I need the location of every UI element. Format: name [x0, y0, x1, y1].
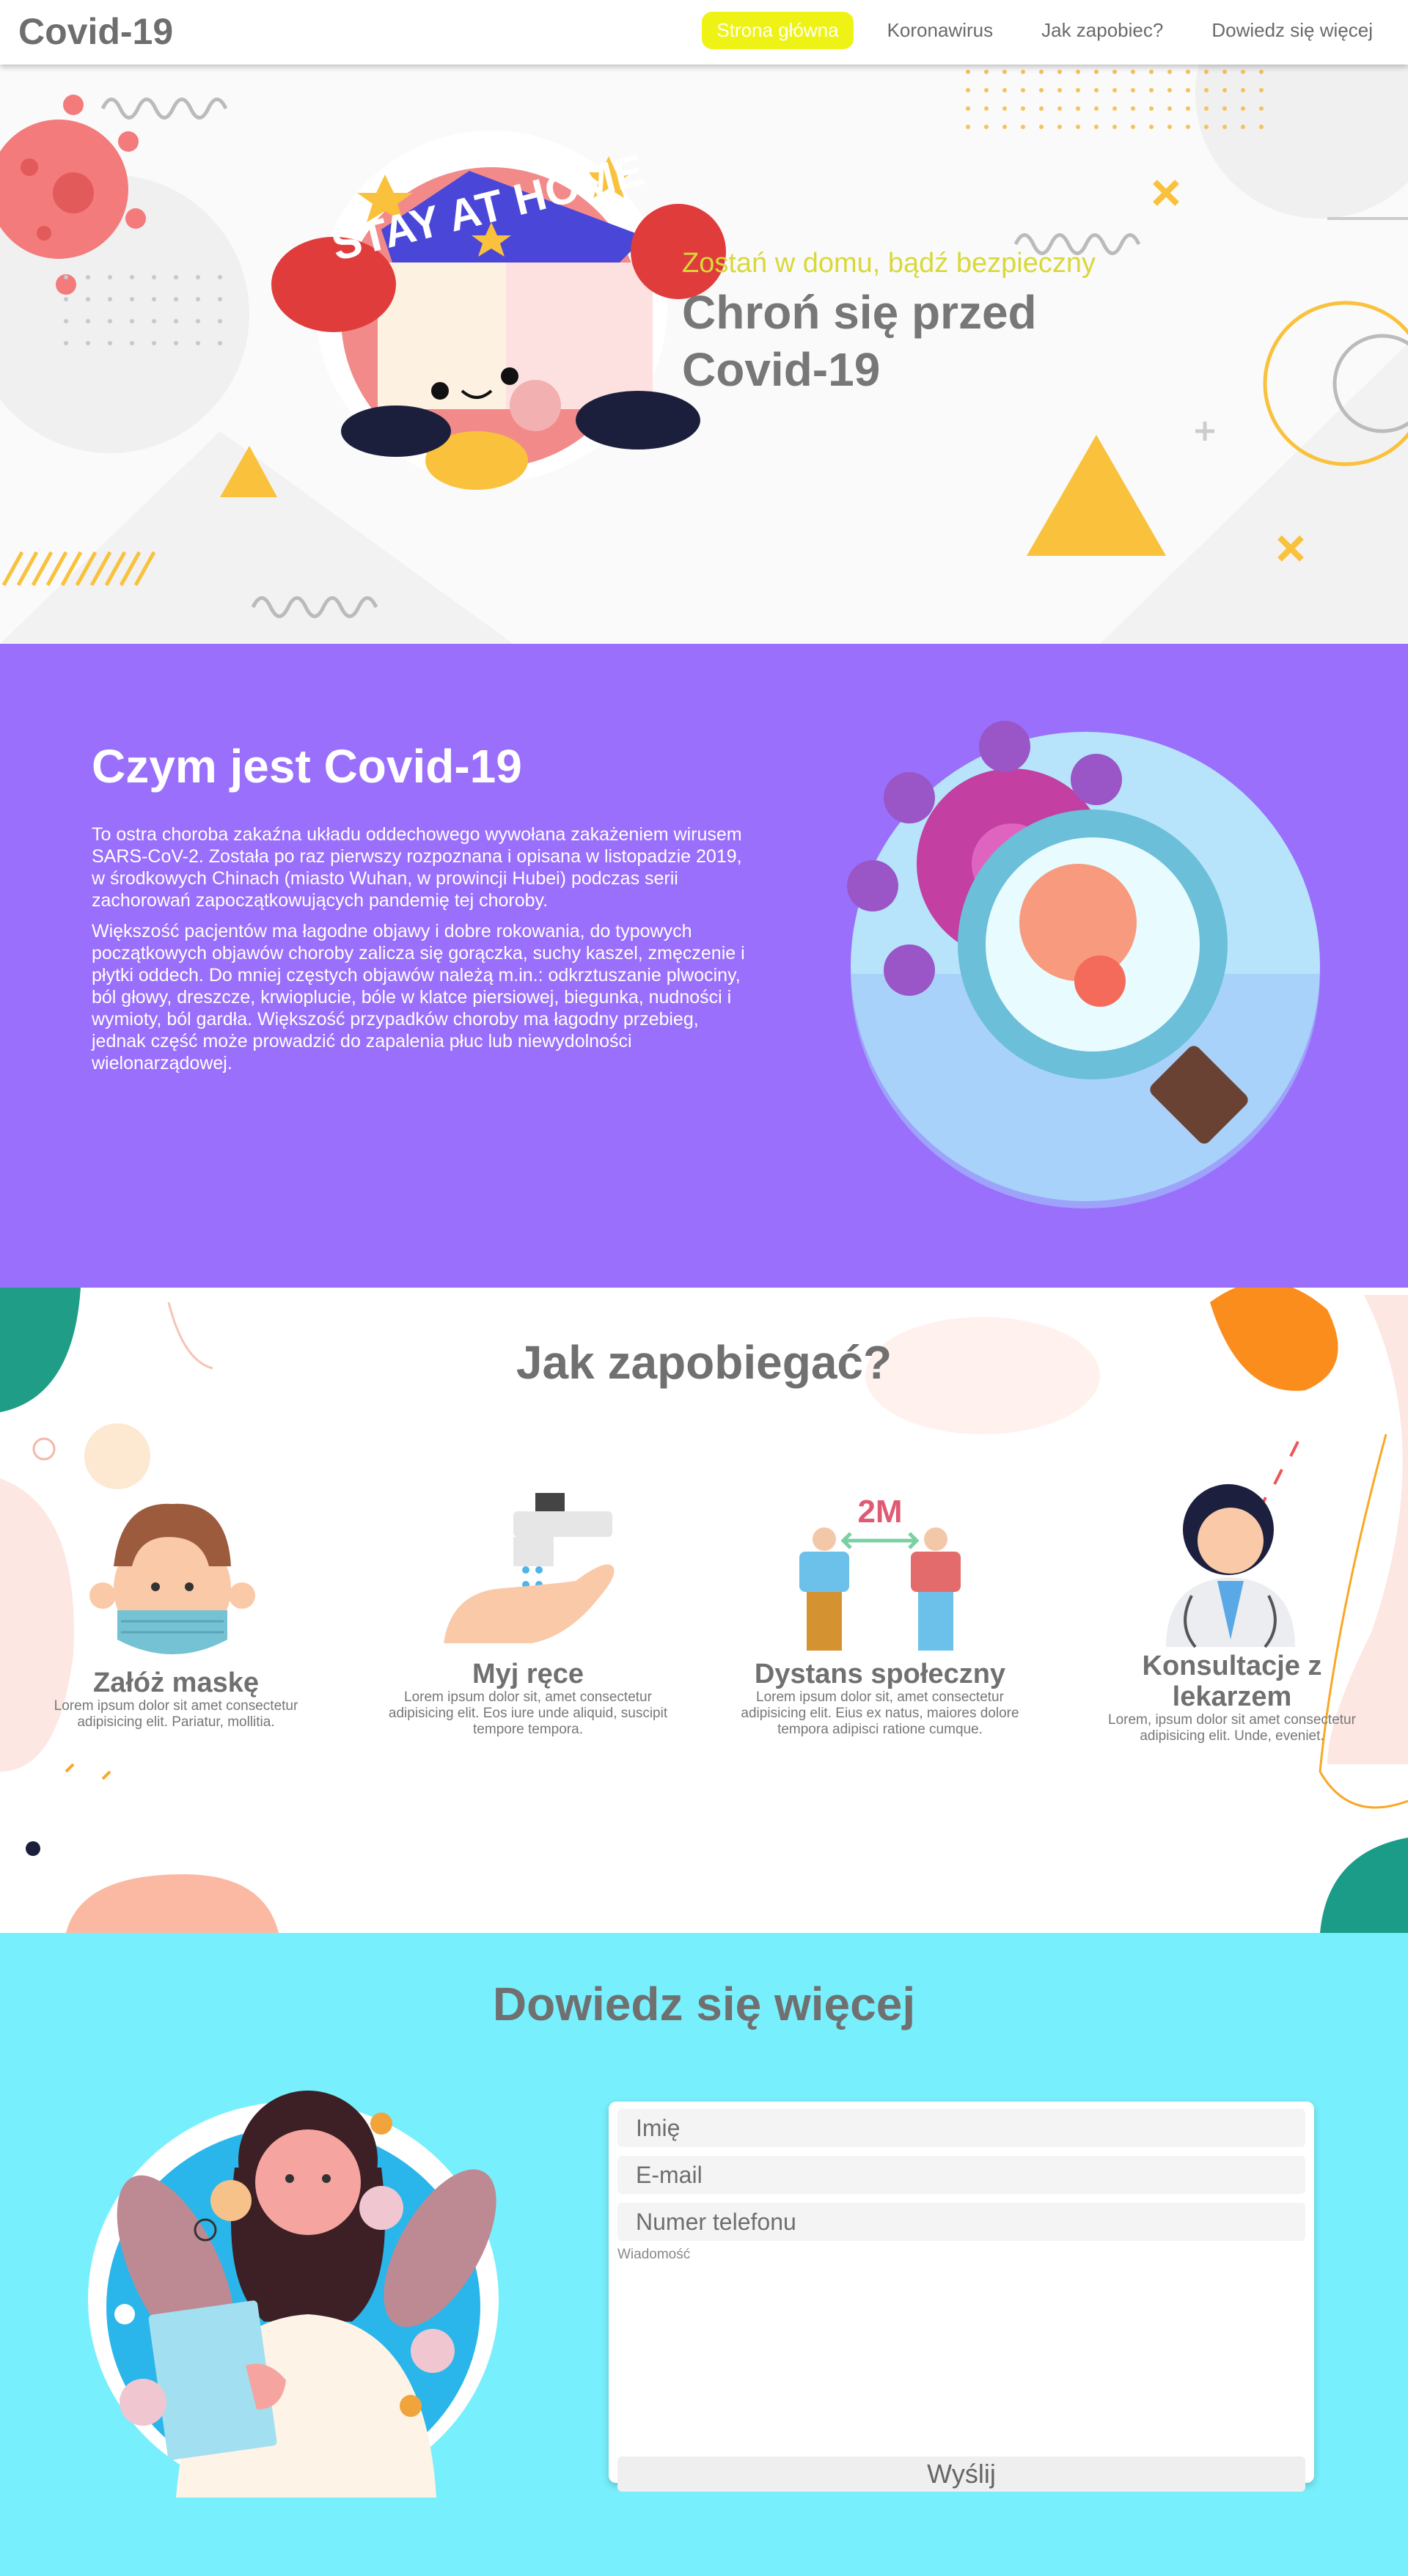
name-field[interactable] — [617, 2109, 1305, 2147]
about-body: To ostra choroba zakaźna układu oddechow… — [92, 823, 752, 1083]
social-distance-illustration: 2M — [799, 1494, 961, 1651]
card-mask: Załóż maskę Lorem ipsum dolor sit amet c… — [29, 1667, 323, 1731]
mask-person-illustration — [89, 1503, 255, 1654]
hero-section: STAY AT HOME Zostań w domu, bądź bezpiec… — [0, 65, 1408, 644]
triangle-large — [1027, 435, 1166, 556]
cross-icon-1 — [1153, 180, 1179, 206]
card-distance-title: Dystans społeczny — [754, 1659, 1006, 1689]
card-distance-text: Lorem ipsum dolor sit, amet consectetur … — [741, 1689, 1019, 1737]
dash-red — [1257, 1441, 1299, 1513]
doctor-girl-illustration — [88, 2091, 499, 2498]
nav-links: Strona główna Koronawirus Jak zapobiec? … — [702, 12, 1387, 49]
blob-teal-bottom-right — [1320, 1838, 1408, 1933]
ring-small — [32, 1437, 56, 1461]
blob-peach-bottom — [66, 1874, 279, 1933]
dot-navy — [26, 1841, 40, 1856]
circle-beige — [84, 1423, 150, 1489]
hero-subtitle: Zostań w domu, bądź bezpieczny — [682, 248, 1096, 279]
card-hands: Myj ręce Lorem ipsum dolor sit, amet con… — [374, 1659, 682, 1738]
nav-link-coronavirus[interactable]: Koronawirus — [873, 12, 1008, 49]
magnifier-virus-illustration — [847, 721, 1320, 1208]
hero-title-line1: Chroń się przed — [682, 286, 1037, 339]
squiggle-1 — [100, 98, 228, 120]
about-paragraph-1: To ostra choroba zakaźna układu oddechow… — [92, 824, 742, 911]
prevention-title: Jak zapobiegać? — [516, 1336, 892, 1389]
card-hands-title: Myj ręce — [472, 1659, 584, 1689]
prevention-section: 2M Jak zapobiegać? Załóż maskę Lorem ips… — [0, 1288, 1408, 1933]
nav-link-home[interactable]: Strona główna — [702, 12, 854, 49]
bg-circle-top-right — [1195, 65, 1408, 219]
learn-more-title: Dowiedz się więcej — [492, 1978, 916, 2030]
card-mask-title: Załóż maskę — [93, 1667, 259, 1698]
card-doctor-title: Konsultacje z lekarzem — [1142, 1651, 1322, 1712]
email-field[interactable] — [617, 2156, 1305, 2194]
hero-title: Chroń się przed Covid-19 — [682, 284, 1096, 398]
card-distance: Dystans społeczny Lorem ipsum dolor sit,… — [722, 1659, 1038, 1738]
top-navbar: Covid-19 Strona główna Koronawirus Jak z… — [0, 0, 1408, 65]
distance-label: 2M — [857, 1494, 902, 1530]
message-field[interactable] — [617, 2263, 1305, 2446]
plus-icon — [1195, 422, 1214, 441]
submit-button[interactable]: Wyślij — [617, 2456, 1305, 2492]
card-mask-text: Lorem ipsum dolor sit amet consectetur a… — [54, 1698, 298, 1730]
hero-text-block: Zostań w domu, bądź bezpieczny Chroń się… — [682, 248, 1096, 398]
site-logo[interactable]: Covid-19 — [18, 10, 173, 53]
bg-stripe-right — [1100, 343, 1408, 644]
nav-link-learn-more[interactable]: Dowiedz się więcej — [1197, 12, 1387, 49]
about-title: Czym jest Covid-19 — [92, 740, 522, 793]
about-paragraph-2: Większość pacjentów ma łagodne objawy i … — [92, 921, 745, 1074]
doctor-illustration — [1166, 1484, 1295, 1648]
contact-form: Wiadomość Wyślij — [609, 2102, 1314, 2492]
hero-title-line2: Covid-19 — [682, 343, 881, 396]
card-doctor-text: Lorem, ipsum dolor sit amet consectetur … — [1108, 1712, 1356, 1744]
hand-washing-illustration — [444, 1493, 615, 1643]
nav-link-prevention[interactable]: Jak zapobiec? — [1027, 12, 1178, 49]
card-doctor: Konsultacje z lekarzem Lorem, ipsum dolo… — [1085, 1651, 1379, 1744]
dash-orange — [65, 1763, 111, 1780]
card-hands-text: Lorem ipsum dolor sit, amet consectetur … — [388, 1689, 668, 1737]
stay-at-home-illustration: STAY AT HOME — [271, 131, 726, 490]
phone-field[interactable] — [617, 2203, 1305, 2241]
about-covid-section: Czym jest Covid-19 To ostra choroba zaka… — [0, 644, 1408, 1288]
message-label: Wiadomość — [617, 2247, 691, 2262]
learn-more-section: Dowiedz się więcej Wiadomość Wyślij — [0, 1933, 1408, 2576]
